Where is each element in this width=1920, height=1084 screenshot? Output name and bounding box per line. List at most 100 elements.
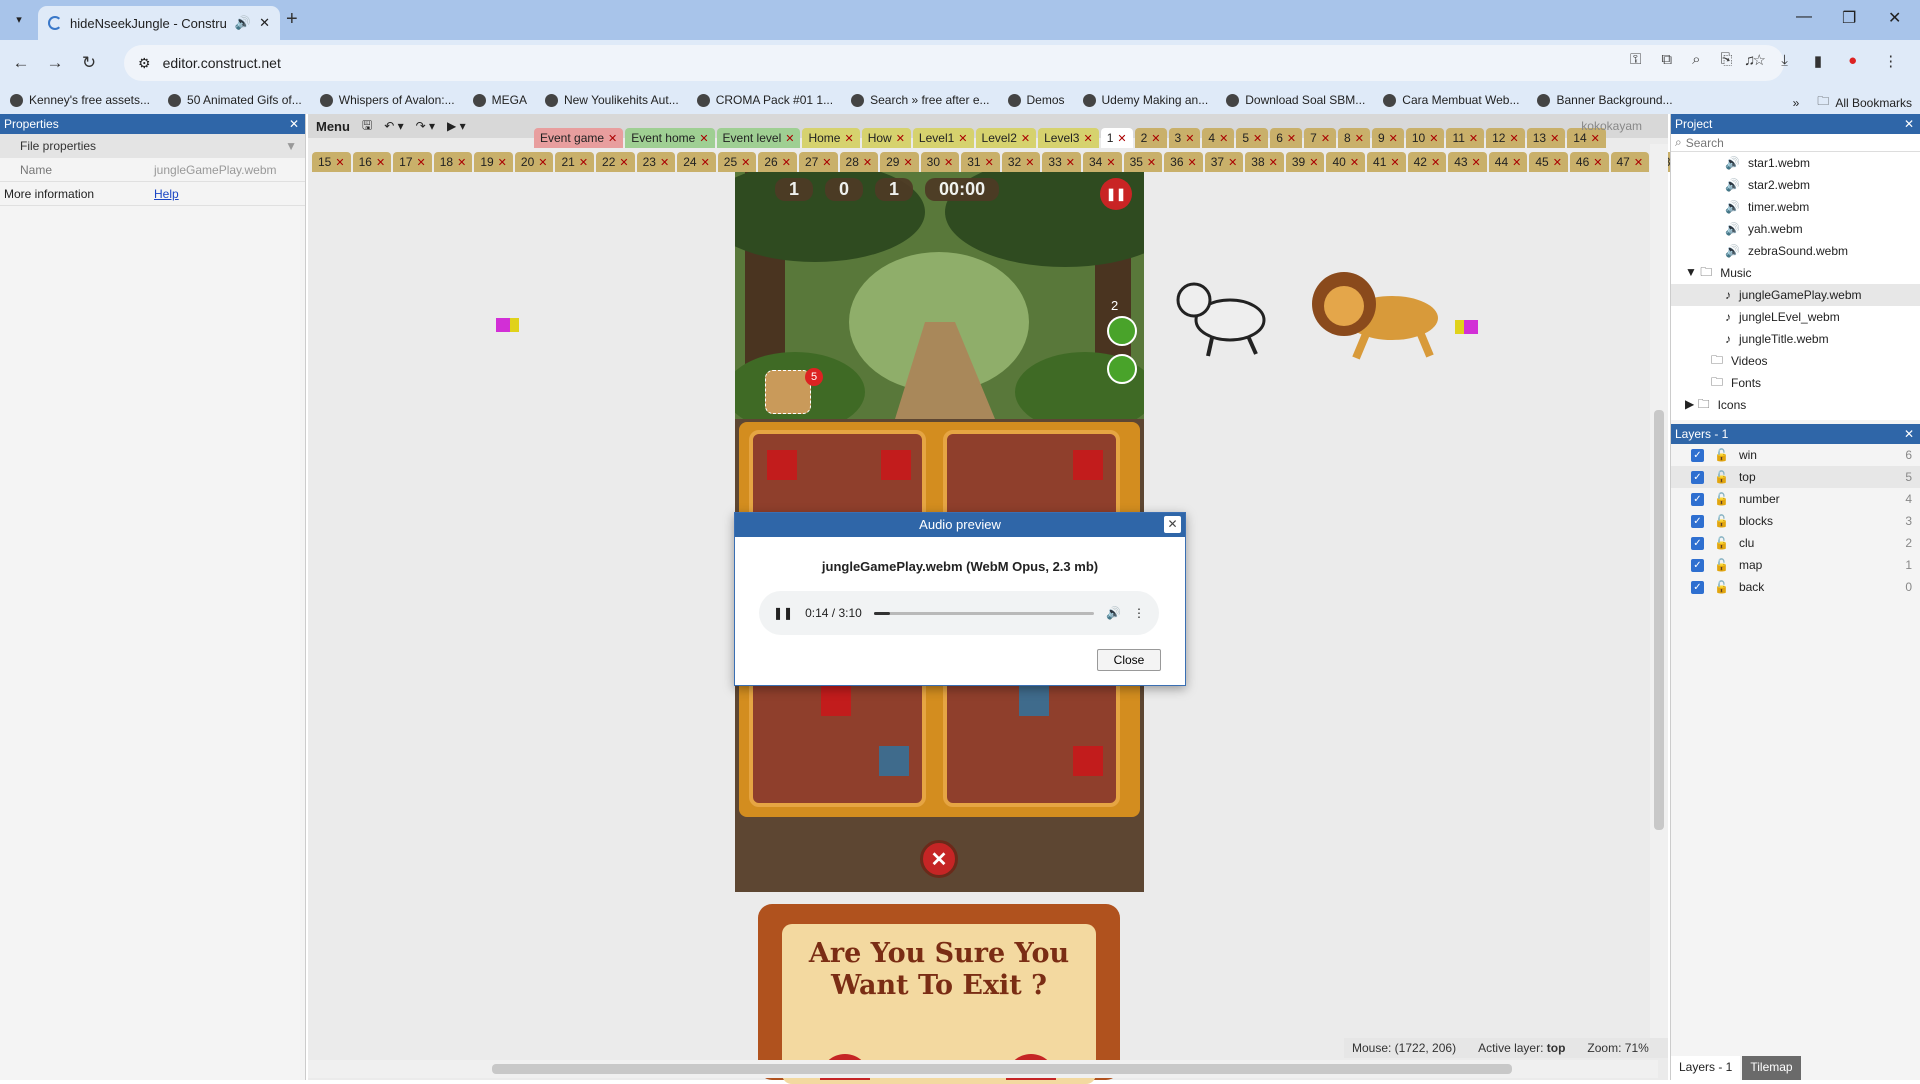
editor-tab[interactable]: 44 ✕	[1488, 152, 1528, 172]
layer-row[interactable]: ✓ 🔓 map 1	[1671, 554, 1920, 576]
editor-tab[interactable]: 24 ✕	[677, 152, 716, 172]
visible-checkbox[interactable]: ✓	[1691, 558, 1704, 572]
magenta-marker-right[interactable]	[1464, 320, 1478, 334]
lion-sprite[interactable]	[1306, 268, 1448, 360]
editor-tab[interactable]: 26 ✕	[758, 152, 797, 172]
lock-icon[interactable]: 🔓	[1714, 558, 1729, 572]
project-item[interactable]: 🗀 Fonts	[1671, 372, 1920, 394]
tab-close-icon[interactable]: ✕	[579, 156, 588, 169]
lock-icon[interactable]: 🔓	[1714, 470, 1729, 484]
tab-close-icon[interactable]: ✕	[1593, 156, 1602, 169]
editor-tab[interactable]: 13 ✕	[1526, 128, 1566, 148]
editor-tab[interactable]: 11 ✕	[1446, 128, 1485, 148]
tab-close-icon[interactable]: ✕	[1021, 132, 1030, 145]
tab-close-icon[interactable]: ✕	[1151, 132, 1160, 145]
tab-close-icon[interactable]: ✕	[896, 132, 905, 145]
tab-close-icon[interactable]: ✕	[1309, 156, 1318, 169]
tab-close-icon[interactable]: ✕	[259, 15, 270, 31]
layer-row[interactable]: ✓ 🔓 win 6	[1671, 444, 1920, 466]
editor-tab[interactable]: 39 ✕	[1285, 152, 1325, 172]
bookmark-item[interactable]: Whispers of Avalon:...	[319, 93, 455, 107]
open-in-app-icon[interactable]: ⧉	[1661, 51, 1672, 69]
visible-checkbox[interactable]: ✓	[1691, 470, 1704, 484]
tab-close-icon[interactable]: ✕	[498, 156, 507, 169]
editor-tab[interactable]: 35 ✕	[1123, 152, 1163, 172]
project-item[interactable]: ▶ 🗀 Icons	[1671, 394, 1920, 416]
editor-tab[interactable]: 25 ✕	[717, 152, 757, 172]
project-item[interactable]: ♪ jungleGamePlay.webm	[1671, 284, 1920, 306]
pause-game-icon[interactable]: ❚❚	[1100, 178, 1132, 210]
tab-close-icon[interactable]: ✕	[863, 156, 872, 169]
visible-checkbox[interactable]: ✓	[1691, 580, 1704, 594]
minimize-icon[interactable]: —	[1796, 8, 1812, 26]
visible-checkbox[interactable]: ✓	[1691, 536, 1704, 550]
tab-close-icon[interactable]: ✕	[538, 156, 547, 169]
tab-close-icon[interactable]: ✕	[1553, 156, 1562, 169]
editor-tab[interactable]: 2 ✕	[1134, 128, 1167, 148]
lock-icon[interactable]: 🔓	[1714, 536, 1729, 550]
tab-close-icon[interactable]: ✕	[785, 132, 794, 145]
editor-tab[interactable]: 47 ✕	[1610, 152, 1650, 172]
visible-checkbox[interactable]: ✓	[1691, 492, 1704, 506]
editor-tab[interactable]: Event home ✕	[625, 128, 715, 148]
zoom-lens-icon[interactable]	[1107, 354, 1137, 384]
tab-tilemap[interactable]: Tilemap	[1742, 1056, 1801, 1080]
new-tab-button[interactable]: +	[286, 8, 298, 31]
bookmark-item[interactable]: CROMA Pack #01 1...	[696, 93, 833, 107]
tab-close-icon[interactable]: ✕	[1106, 156, 1115, 169]
editor-tab[interactable]: 6 ✕	[1270, 128, 1303, 148]
blue-block[interactable]	[1019, 686, 1049, 716]
editor-tab[interactable]: 41 ✕	[1367, 152, 1406, 172]
restore-icon[interactable]: ❐	[1842, 8, 1856, 28]
tab-close-icon[interactable]: ✕	[844, 132, 853, 145]
tab-close-icon[interactable]: ✕	[1321, 132, 1330, 145]
editor-tab[interactable]: 9 ✕	[1371, 128, 1404, 148]
red-block[interactable]	[1073, 746, 1103, 776]
tab-close-icon[interactable]: ✕	[782, 156, 791, 169]
tab-close-icon[interactable]: ✕	[699, 132, 708, 145]
tab-close-icon[interactable]: ✕	[1219, 132, 1228, 145]
tab-close-icon[interactable]: ✕	[457, 156, 466, 169]
media-control-icon[interactable]: ♫	[1744, 52, 1755, 70]
tab-close-icon[interactable]: ✕	[1550, 132, 1559, 145]
window-close-icon[interactable]: ✕	[1888, 8, 1901, 28]
zebra-sprite[interactable]	[1172, 270, 1272, 358]
preview-play-icon[interactable]: ▶ ▾	[447, 119, 466, 133]
yellow-marker[interactable]	[510, 318, 519, 332]
tab-close-icon[interactable]: ✕	[619, 156, 628, 169]
tab-close-icon[interactable]: ✕	[741, 156, 750, 169]
bookmark-item[interactable]: MEGA	[472, 93, 527, 107]
password-key-icon[interactable]: ⚿	[1630, 51, 1641, 69]
tab-close-icon[interactable]: ✕	[1350, 156, 1359, 169]
visible-checkbox[interactable]: ✓	[1691, 514, 1704, 528]
lock-icon[interactable]: 🔓	[1714, 580, 1729, 594]
editor-tab[interactable]: 43 ✕	[1448, 152, 1487, 172]
tab-close-icon[interactable]: ✕	[1253, 132, 1262, 145]
project-item[interactable]: ♪ jungleTitle.webm	[1671, 328, 1920, 350]
red-block[interactable]	[1073, 450, 1103, 480]
tab-close-icon[interactable]: ✕	[335, 156, 344, 169]
tab-close-icon[interactable]: ✕	[608, 132, 617, 145]
tab-close-icon[interactable]: ✕	[1390, 156, 1399, 169]
tab-close-icon[interactable]: ✕	[1509, 132, 1518, 145]
project-item[interactable]: 🗀Files	[1671, 416, 1920, 421]
editor-tab[interactable]: 38 ✕	[1245, 152, 1284, 172]
bookmark-item[interactable]: Search » free after e...	[851, 93, 990, 107]
bookmark-item[interactable]: New Youlikehits Aut...	[544, 93, 679, 107]
tab-close-icon[interactable]: ✕	[1591, 132, 1600, 145]
bookmark-item[interactable]: Cara Membuat Web...	[1383, 93, 1519, 107]
browser-tab[interactable]: hideNseekJungle - Constru 🔊 ✕	[38, 6, 280, 40]
editor-tab[interactable]: 23 ✕	[636, 152, 676, 172]
tab-close-icon[interactable]: ✕	[1355, 132, 1364, 145]
tab-search-chevron-icon[interactable]: ▾	[8, 8, 30, 30]
site-info-icon[interactable]: ⚙	[138, 55, 151, 72]
dialog-close-icon[interactable]: ✕	[1164, 516, 1181, 533]
project-item[interactable]: 🔊 star2.webm	[1671, 174, 1920, 196]
tab-close-icon[interactable]: ✕	[985, 156, 994, 169]
user-name[interactable]: kokokayam	[1581, 119, 1642, 133]
help-link[interactable]: Help	[154, 187, 179, 201]
tab-close-icon[interactable]: ✕	[903, 156, 912, 169]
editor-tab[interactable]: 3 ✕	[1168, 128, 1201, 148]
lock-icon[interactable]: 🔓	[1714, 514, 1729, 528]
tab-close-icon[interactable]: ✕	[1117, 132, 1126, 145]
